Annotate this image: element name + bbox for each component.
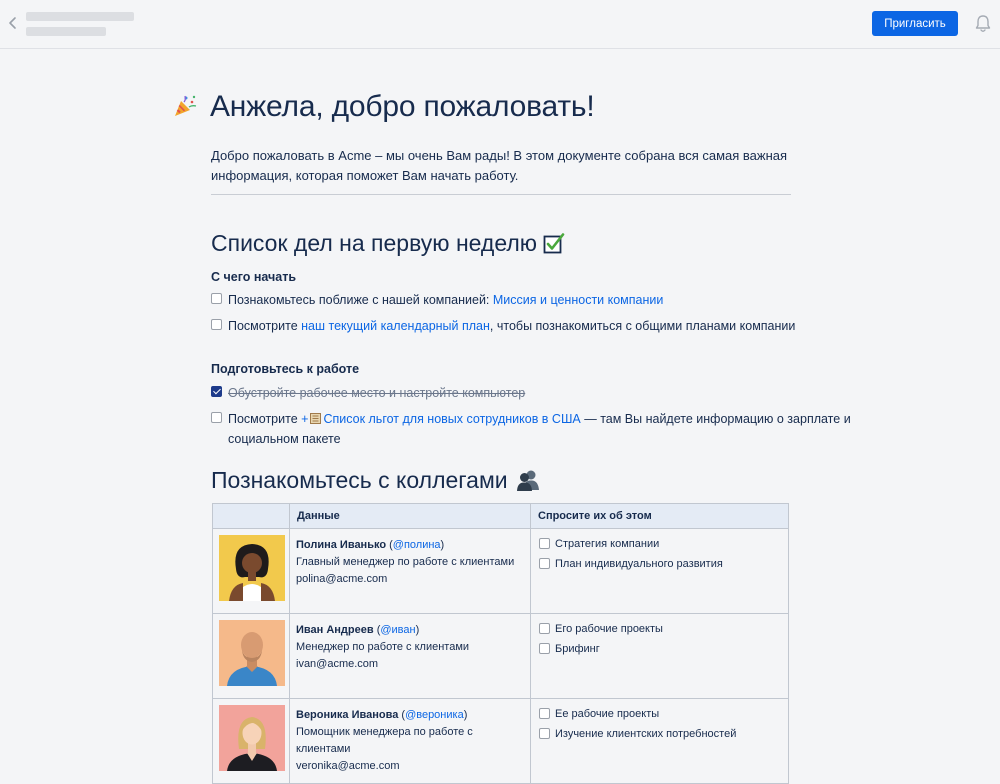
info-cell: Полина Иванько (@полина) Главный менедже…: [289, 528, 531, 614]
colleague-name: Иван Андреев: [296, 624, 374, 636]
colleague-role: Помощник менеджера по работе с клиентами: [296, 726, 473, 755]
prepare-heading: Подготовьтесь к работе: [211, 362, 360, 376]
colleague-email: veronika@acme.com: [296, 760, 400, 772]
ask-cell: Стратегия компании План индивидуального …: [530, 528, 789, 614]
colleagues-table: Данные Спросите их об этом Полина Иваньк…: [212, 503, 789, 784]
task-text-before: Посмотрите: [228, 319, 302, 333]
task-text-before: Посмотрите: [228, 412, 302, 426]
table-row: Вероника Иванова (@вероника) Помощник ме…: [212, 698, 789, 784]
avatar: [219, 535, 285, 601]
header-data: Данные: [289, 503, 531, 529]
header-ask: Спросите их об этом: [530, 503, 789, 529]
busts-in-silhouette-icon: [516, 468, 540, 498]
divider: [211, 194, 791, 195]
party-popper-icon: [172, 93, 198, 119]
bell-icon[interactable]: [974, 14, 992, 34]
todo-heading: Список дел на первую неделю: [211, 230, 565, 260]
page-title: Анжела, добро пожаловать!: [210, 90, 595, 123]
table-row: Полина Иванько (@полина) Главный менедже…: [212, 528, 789, 614]
task-checkbox[interactable]: [211, 319, 222, 330]
colleague-mention[interactable]: @вероника: [405, 709, 464, 721]
ask-checkbox[interactable]: [539, 623, 550, 634]
table-row: Иван Андреев (@иван) Менеджер по работе …: [212, 613, 789, 699]
benefits-list-link[interactable]: Список льгот для новых сотрудников в США: [323, 412, 580, 426]
colleague-name: Вероника Иванова: [296, 709, 399, 721]
ask-item: Брифинг: [539, 639, 782, 659]
ask-text: Ее рабочие проекты: [555, 708, 660, 720]
colleague-email: polina@acme.com: [296, 573, 388, 585]
top-bar: Пригласить: [0, 0, 1000, 49]
colleague-name: Полина Иванько: [296, 539, 387, 551]
task-benefits-list: Посмотрите + Список льгот для новых сотру…: [211, 409, 851, 449]
colleague-mention[interactable]: @полина: [393, 539, 441, 551]
calendar-plan-link[interactable]: наш текущий календарный план: [301, 319, 490, 333]
task-text: Обустройте рабочее место и настройте ком…: [228, 386, 526, 400]
intro-paragraph: Добро пожаловать в Acme – мы очень Вам р…: [211, 148, 788, 183]
photo-cell: [212, 613, 290, 699]
todo-heading-text: Список дел на первую неделю: [211, 230, 538, 256]
ask-checkbox[interactable]: [539, 728, 550, 739]
photo-cell: [212, 698, 290, 784]
ask-text: Стратегия компании: [555, 538, 660, 550]
ask-item: Его рабочие проекты: [539, 619, 782, 639]
ask-checkbox[interactable]: [539, 708, 550, 719]
ask-cell: Его рабочие проекты Брифинг: [530, 613, 789, 699]
ask-item: План индивидуального развития: [539, 554, 782, 574]
info-cell: Иван Андреев (@иван) Менеджер по работе …: [289, 613, 531, 699]
subtitle-placeholder: [26, 27, 106, 36]
colleagues-heading-text: Познакомьтесь с коллегами: [211, 467, 508, 493]
ballot-box-check-icon: [543, 232, 565, 260]
colleagues-heading: Познакомьтесь с коллегами: [211, 467, 540, 498]
task-text-after: , чтобы познакомиться с общими планами к…: [489, 319, 796, 333]
task-checkbox[interactable]: [211, 412, 222, 423]
page-link-plus[interactable]: +: [301, 412, 308, 426]
avatar: [219, 620, 285, 686]
colleague-role: Главный менеджер по работе с клиентами: [296, 556, 515, 568]
ask-text: Его рабочие проекты: [555, 623, 663, 635]
table-header-row: Данные Спросите их об этом: [212, 503, 789, 529]
task-checkbox[interactable]: [211, 293, 222, 304]
colleague-mention[interactable]: @иван: [380, 624, 415, 636]
task-company-intro: Познакомьтесь поближе с нашей компанией:…: [211, 290, 851, 310]
ask-text: План индивидуального развития: [555, 558, 723, 570]
breadcrumb-placeholder: [26, 12, 134, 21]
ask-checkbox[interactable]: [539, 643, 550, 654]
ask-item: Изучение клиентских потребностей: [539, 724, 782, 744]
ask-text: Брифинг: [555, 643, 600, 655]
invite-button[interactable]: Пригласить: [872, 11, 958, 36]
colleague-email: ivan@acme.com: [296, 658, 379, 670]
ask-text: Изучение клиентских потребностей: [555, 728, 737, 740]
header-photo: [212, 503, 290, 529]
ask-checkbox[interactable]: [539, 558, 550, 569]
ask-item: Стратегия компании: [539, 534, 782, 554]
start-heading: С чего начать: [211, 270, 297, 284]
task-checkbox-checked[interactable]: [211, 386, 222, 397]
info-cell: Вероника Иванова (@вероника) Помощник ме…: [289, 698, 531, 784]
colleague-role: Менеджер по работе с клиентами: [296, 641, 470, 653]
task-calendar-plan: Посмотрите наш текущий календарный план,…: [211, 316, 851, 336]
ask-item: Ее рабочие проекты: [539, 704, 782, 724]
mission-values-link[interactable]: Миссия и ценности компании: [493, 293, 663, 307]
task-workspace-setup: Обустройте рабочее место и настройте ком…: [211, 383, 851, 403]
ask-checkbox[interactable]: [539, 538, 550, 549]
back-chevron-icon[interactable]: [6, 14, 20, 32]
task-text: Познакомьтесь поближе с нашей компанией:: [228, 293, 493, 307]
avatar: [219, 705, 285, 771]
ledger-icon: [310, 410, 322, 424]
photo-cell: [212, 528, 290, 614]
ask-cell: Ее рабочие проекты Изучение клиентских п…: [530, 698, 789, 784]
